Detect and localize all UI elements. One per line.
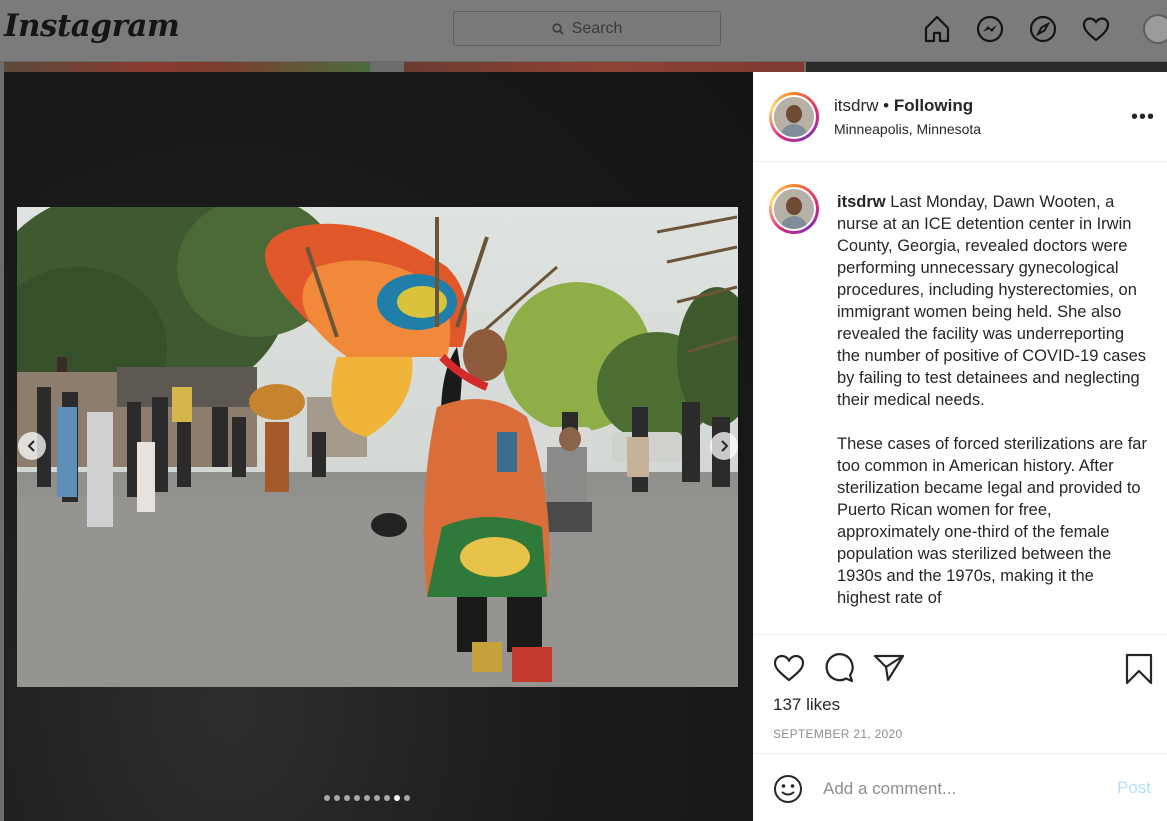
carousel-dot	[324, 795, 330, 801]
caption-section: itsdrw Last Monday, Dawn Wooten, a nurse…	[753, 162, 1167, 634]
activity-heart-icon[interactable]	[1081, 14, 1111, 44]
author-line: itsdrw • Following	[834, 96, 973, 116]
share-icon[interactable]	[873, 653, 905, 683]
post-location[interactable]: Minneapolis, Minnesota	[834, 121, 981, 137]
comment-input[interactable]	[823, 776, 1093, 802]
home-icon[interactable]	[922, 14, 952, 44]
caption-author-avatar[interactable]	[769, 184, 819, 234]
carousel-dot	[394, 795, 400, 801]
separator-dot: •	[883, 96, 890, 115]
explore-compass-icon[interactable]	[1028, 14, 1058, 44]
post-actions-section: 137 likes SEPTEMBER 21, 2020 Post	[753, 634, 1167, 821]
post-date[interactable]: SEPTEMBER 21, 2020	[773, 727, 902, 741]
likes-count[interactable]: 137 likes	[773, 695, 840, 715]
chevron-left-icon	[27, 440, 35, 452]
instagram-logo[interactable]: Instagram	[4, 8, 180, 44]
emoji-smiley-icon[interactable]	[773, 774, 803, 804]
feed-image-strip	[4, 62, 370, 72]
caption-paragraph: These cases of forced sterilizations are…	[837, 435, 1147, 607]
like-heart-icon[interactable]	[773, 653, 805, 683]
caption-paragraph: Last Monday, Dawn Wooten, a nurse at an …	[837, 193, 1147, 409]
carousel-dot	[384, 795, 390, 801]
caption-text: itsdrw Last Monday, Dawn Wooten, a nurse…	[837, 191, 1147, 631]
carousel-dot	[364, 795, 370, 801]
post-comment-button[interactable]: Post	[1117, 778, 1151, 798]
search-box[interactable]: Search	[453, 11, 721, 46]
carousel-next-button[interactable]	[710, 432, 738, 460]
author-avatar[interactable]	[769, 92, 819, 142]
search-icon	[552, 22, 564, 35]
carousel-prev-button[interactable]	[18, 432, 46, 460]
messenger-icon[interactable]	[975, 14, 1005, 44]
save-bookmark-icon[interactable]	[1125, 653, 1153, 685]
following-button[interactable]: Following	[894, 96, 973, 115]
add-comment-row: Post	[753, 753, 1167, 821]
search-placeholder: Search	[571, 19, 623, 37]
post-header: itsdrw • Following Minneapolis, Minnesot…	[753, 72, 1167, 162]
carousel-dot	[404, 795, 410, 801]
author-username[interactable]: itsdrw	[834, 96, 878, 115]
carousel-dot	[344, 795, 350, 801]
caption-username[interactable]: itsdrw	[837, 193, 886, 211]
feed-image-strip	[404, 62, 804, 72]
comment-icon[interactable]	[823, 653, 855, 683]
carousel-dot	[354, 795, 360, 801]
top-navigation-bar: Instagram Search	[0, 0, 1167, 62]
carousel-dot	[374, 795, 380, 801]
carousel-dot	[334, 795, 340, 801]
carousel-indicator	[324, 795, 410, 801]
profile-avatar[interactable]	[1143, 14, 1167, 44]
more-options-button[interactable]: •••	[1131, 106, 1155, 129]
post-photo	[17, 207, 738, 687]
post-details-panel: itsdrw • Following Minneapolis, Minnesot…	[753, 72, 1167, 821]
feed-image-strip	[806, 62, 1167, 72]
chevron-right-icon	[721, 440, 729, 452]
